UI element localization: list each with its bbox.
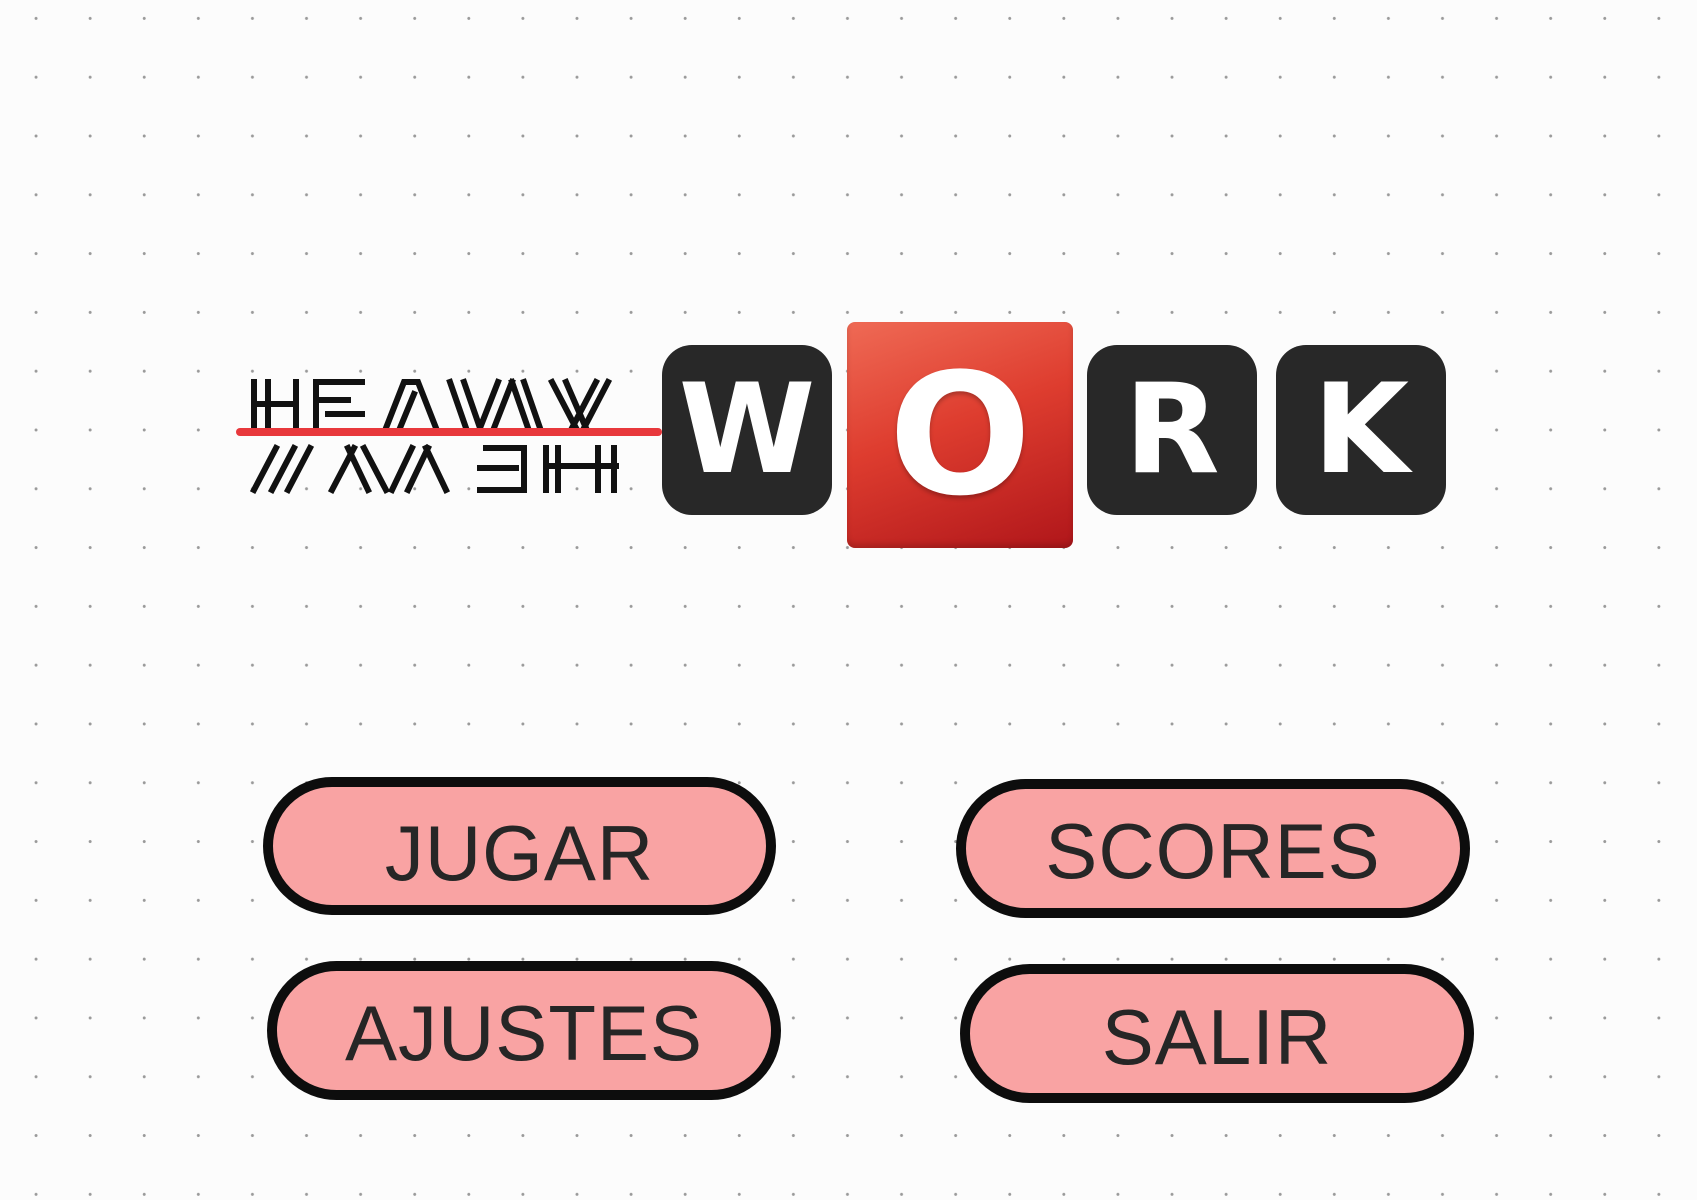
settings-button[interactable]: AJUSTES bbox=[267, 961, 781, 1100]
logo-tile-w: W bbox=[662, 345, 832, 515]
strike-line bbox=[236, 428, 662, 436]
tile-letter: R bbox=[1124, 358, 1220, 502]
play-button[interactable]: JUGAR bbox=[263, 777, 776, 915]
tile-letter: K bbox=[1312, 358, 1410, 502]
logo-tile-k: K bbox=[1276, 345, 1446, 515]
exit-button-label: SALIR bbox=[1101, 993, 1333, 1081]
tile-letter: W bbox=[678, 358, 816, 502]
logo-split-word bbox=[236, 370, 662, 496]
play-button-label: JUGAR bbox=[384, 808, 655, 897]
scores-button[interactable]: SCORES bbox=[956, 779, 1470, 918]
exit-button[interactable]: SALIR bbox=[960, 964, 1474, 1103]
settings-button-label: AJUSTES bbox=[344, 988, 704, 1077]
logo-tile-r: R bbox=[1087, 345, 1257, 515]
game-logo: W O R K bbox=[0, 0, 1697, 600]
logo-tile-o-highlighted: O bbox=[847, 322, 1073, 548]
scores-button-label: SCORES bbox=[1045, 807, 1381, 895]
tile-letter: O bbox=[888, 337, 1032, 533]
split-word-graphic bbox=[236, 377, 662, 495]
